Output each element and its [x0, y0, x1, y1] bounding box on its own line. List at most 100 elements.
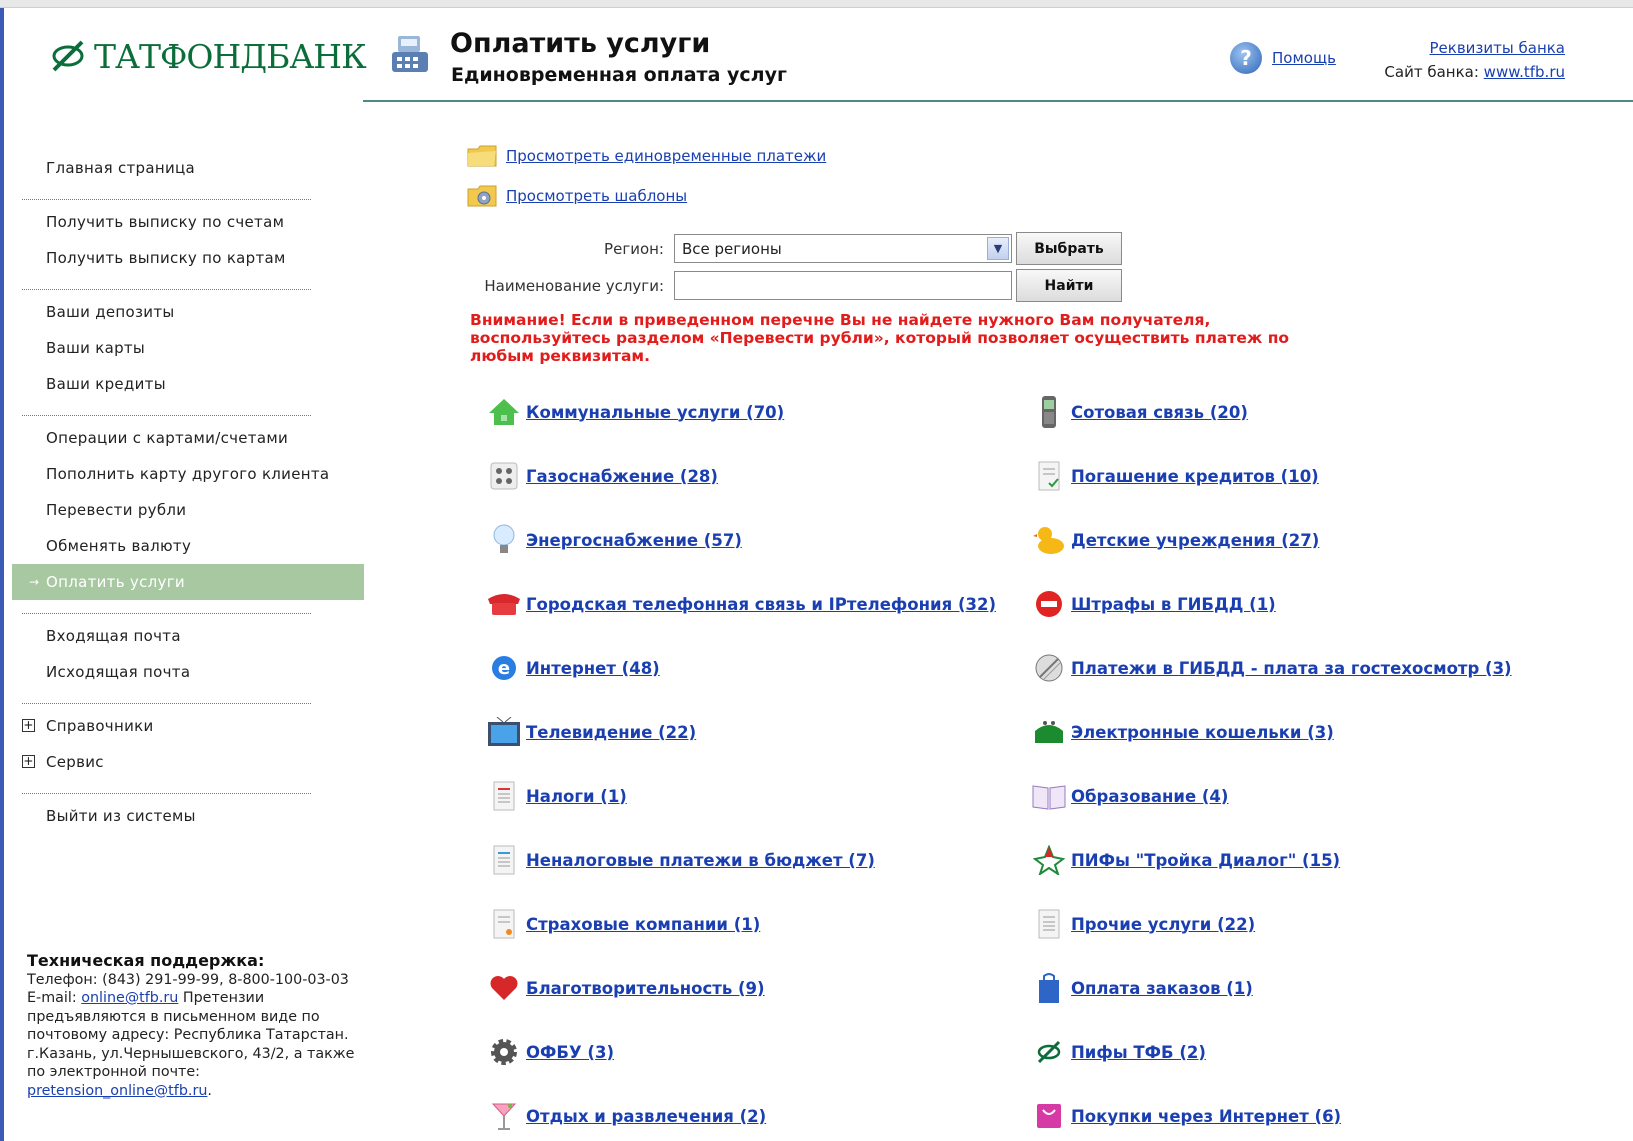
menu-item-logout[interactable]: Выйти из системы — [12, 798, 364, 834]
service-online-shopping[interactable]: Покупки через Интернет (6) — [1031, 1098, 1341, 1134]
document-icon — [1031, 906, 1067, 942]
cash-register-icon — [392, 36, 428, 72]
menu-item-card-operations[interactable]: Операции с картами/счетами — [12, 420, 364, 456]
heart-icon — [486, 970, 522, 1006]
service-link[interactable]: Телевидение (22) — [526, 723, 696, 742]
menu-item-transfer-rubles[interactable]: Перевести рубли — [12, 492, 364, 528]
service-link[interactable]: Городская телефонная связь и IPтелефония… — [526, 595, 996, 614]
view-payments-link[interactable]: Просмотреть единовременные платежи — [506, 147, 826, 165]
service-link[interactable]: Прочие услуги (22) — [1071, 915, 1255, 934]
claims-email-link[interactable]: pretension_online@tfb.ru — [27, 1083, 207, 1099]
menu-item-exchange-currency[interactable]: Обменять валюту — [12, 528, 364, 564]
service-link[interactable]: Оплата заказов (1) — [1071, 979, 1253, 998]
service-link[interactable]: Газоснабжение (28) — [526, 467, 718, 486]
service-link[interactable]: Неналоговые платежи в бюджет (7) — [526, 851, 875, 870]
menu-item-home[interactable]: Главная страница — [12, 150, 364, 186]
menu-item-label: Справочники — [46, 717, 154, 735]
help-link[interactable]: Помощь — [1272, 49, 1336, 67]
view-templates-link[interactable]: Просмотреть шаблоны — [506, 187, 687, 205]
find-button[interactable]: Найти — [1016, 269, 1122, 302]
menu-item-topup-card[interactable]: Пополнить карту другого клиента — [12, 456, 364, 492]
service-loan-repayment[interactable]: Погашение кредитов (10) — [1031, 458, 1319, 494]
left-menu: Главная страница Получить выписку по сче… — [12, 150, 364, 834]
service-other[interactable]: Прочие услуги (22) — [1031, 906, 1255, 942]
menu-item-inbox[interactable]: Входящая почта — [12, 618, 364, 654]
select-button[interactable]: Выбрать — [1016, 232, 1122, 265]
service-gas[interactable]: Газоснабжение (28) — [486, 458, 718, 494]
region-select[interactable]: Все регионы ▼ — [674, 234, 1012, 263]
service-traffic-fines[interactable]: Штрафы в ГИБДД (1) — [1031, 586, 1276, 622]
menu-item-outbox[interactable]: Исходящая почта — [12, 654, 364, 690]
service-name-input[interactable] — [674, 271, 1012, 300]
service-link[interactable]: Электронные кошельки (3) — [1071, 723, 1334, 742]
service-link[interactable]: Налоги (1) — [526, 787, 627, 806]
service-link[interactable]: Сотовая связь (20) — [1071, 403, 1248, 422]
expand-icon[interactable]: + — [22, 719, 35, 732]
service-link[interactable]: Штрафы в ГИБДД (1) — [1071, 595, 1276, 614]
service-education[interactable]: Образование (4) — [1031, 778, 1228, 814]
service-phone[interactable]: Городская телефонная связь и IPтелефония… — [486, 586, 996, 622]
help-icon[interactable]: ? — [1230, 42, 1262, 74]
service-mobile[interactable]: Сотовая связь (20) — [1031, 394, 1248, 430]
chevron-down-icon[interactable]: ▼ — [987, 237, 1009, 260]
service-link[interactable]: Интернет (48) — [526, 659, 660, 678]
service-link[interactable]: Детские учреждения (27) — [1071, 531, 1319, 550]
menu-item-service[interactable]: + Сервис — [12, 744, 364, 780]
menu-separator — [22, 780, 311, 794]
service-ofbu[interactable]: ОФБУ (3) — [486, 1034, 614, 1070]
menu-item-pay-services[interactable]: → Оплатить услуги — [12, 564, 364, 600]
menu-item-card-statement[interactable]: Получить выписку по картам — [12, 240, 364, 276]
service-link[interactable]: Отдых и развлечения (2) — [526, 1107, 766, 1126]
support-email-link[interactable]: online@tfb.ru — [81, 990, 178, 1006]
service-link[interactable]: Образование (4) — [1071, 787, 1228, 806]
service-troika-funds[interactable]: ПИФы "Тройка Диалог" (15) — [1031, 842, 1340, 878]
service-television[interactable]: Телевидение (22) — [486, 714, 696, 750]
menu-item-credits[interactable]: Ваши кредиты — [12, 366, 364, 402]
service-insurance[interactable]: Страховые компании (1) — [486, 906, 760, 942]
service-leisure[interactable]: Отдых и развлечения (2) — [486, 1098, 766, 1134]
service-utilities[interactable]: Коммунальные услуги (70) — [486, 394, 784, 430]
service-link[interactable]: Энергоснабжение (57) — [526, 531, 742, 550]
support-phone: Телефон: (843) 291-99-99, 8-800-100-03-0… — [27, 971, 349, 988]
menu-item-label: Оплатить услуги — [46, 573, 185, 591]
menu-separator — [22, 276, 311, 290]
service-nontax[interactable]: Неналоговые платежи в бюджет (7) — [486, 842, 875, 878]
service-order-payment[interactable]: Оплата заказов (1) — [1031, 970, 1253, 1006]
service-link[interactable]: Покупки через Интернет (6) — [1071, 1107, 1341, 1126]
service-electricity[interactable]: Энергоснабжение (57) — [486, 522, 742, 558]
service-internet[interactable]: e Интернет (48) — [486, 650, 660, 686]
expand-icon[interactable]: + — [22, 755, 35, 768]
support-text: Претензии предъявляются в письменном вид… — [27, 990, 355, 1080]
service-link[interactable]: Погашение кредитов (10) — [1071, 467, 1319, 486]
service-link[interactable]: ОФБУ (3) — [526, 1043, 614, 1062]
bank-logo[interactable]: ТАТФОНДБАНК — [48, 34, 367, 78]
service-link[interactable]: Благотворительность (9) — [526, 979, 765, 998]
service-tfb-funds[interactable]: Пифы ТФБ (2) — [1031, 1034, 1206, 1070]
bank-requisites-link[interactable]: Реквизиты банка — [1430, 39, 1566, 57]
service-link[interactable]: Коммунальные услуги (70) — [526, 403, 784, 422]
service-link[interactable]: Страховые компании (1) — [526, 915, 760, 934]
service-link[interactable]: ПИФы "Тройка Диалог" (15) — [1071, 851, 1340, 870]
service-link[interactable]: Платежи в ГИБДД - плата за гостехосмотр … — [1071, 659, 1512, 678]
menu-item-account-statement[interactable]: Получить выписку по счетам — [12, 204, 364, 240]
menu-item-deposits[interactable]: Ваши депозиты — [12, 294, 364, 330]
view-payments-row[interactable]: Просмотреть единовременные платежи — [466, 136, 826, 176]
logo-mark-icon — [52, 40, 84, 72]
menu-separator — [22, 402, 311, 416]
service-taxes[interactable]: Налоги (1) — [486, 778, 627, 814]
menu-item-directories[interactable]: + Справочники — [12, 708, 364, 744]
wallet-icon — [1031, 714, 1067, 750]
logo-text: ТАТФОНДБАНК — [94, 36, 367, 76]
service-inspection[interactable]: Платежи в ГИБДД - плата за гостехосмотр … — [1031, 650, 1512, 686]
view-templates-row[interactable]: Просмотреть шаблоны — [466, 176, 826, 216]
menu-item-cards[interactable]: Ваши карты — [12, 330, 364, 366]
service-e-wallets[interactable]: Электронные кошельки (3) — [1031, 714, 1334, 750]
service-link[interactable]: Пифы ТФБ (2) — [1071, 1043, 1206, 1062]
help-link-group[interactable]: ? Помощь — [1230, 42, 1336, 74]
service-kindergarten[interactable]: Детские учреждения (27) — [1031, 522, 1319, 558]
menu-separator — [22, 186, 311, 200]
quick-links: Просмотреть единовременные платежи Просм… — [466, 136, 826, 216]
house-icon — [486, 394, 522, 430]
service-charity[interactable]: Благотворительность (9) — [486, 970, 765, 1006]
site-link[interactable]: www.tfb.ru — [1484, 63, 1565, 81]
